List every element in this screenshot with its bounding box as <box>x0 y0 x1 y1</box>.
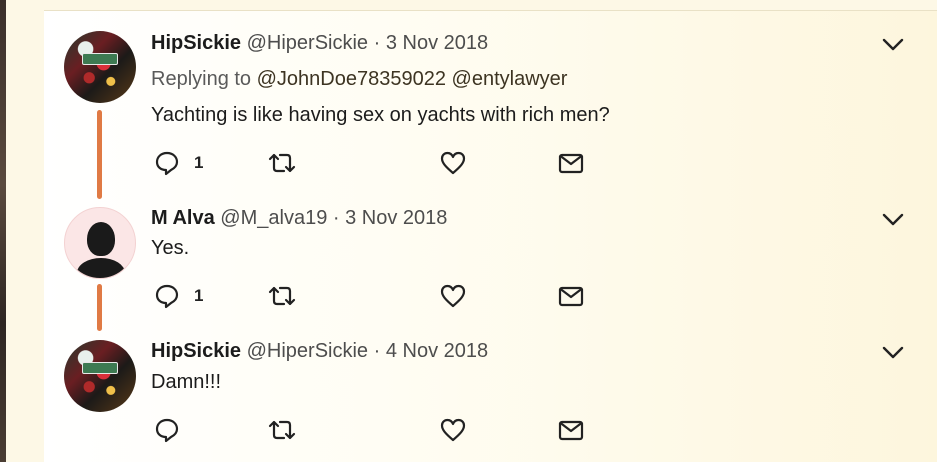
reply-count: 1 <box>194 153 204 172</box>
tweet-text: Yes. <box>151 237 190 259</box>
envelope-icon <box>558 420 584 441</box>
avatar[interactable] <box>64 340 136 412</box>
like-button[interactable] <box>440 416 466 444</box>
chevron-down-icon[interactable] <box>880 210 906 230</box>
retweet-button[interactable] <box>267 282 297 310</box>
tweet-header: HipSickie @HiperSickie · 3 Nov 2018 <box>151 31 488 55</box>
avatar-image <box>82 362 118 374</box>
replying-to: Replying to @JohnDoe78359022 @entylawyer <box>151 67 567 91</box>
display-name[interactable]: HipSickie <box>151 340 241 362</box>
avatar[interactable] <box>64 31 136 103</box>
reply-button[interactable] <box>154 416 194 444</box>
reply-count: 1 <box>194 286 204 305</box>
tweet-header: HipSickie @HiperSickie · 4 Nov 2018 <box>151 339 488 363</box>
reply-icon <box>155 151 179 176</box>
envelope-icon <box>558 153 584 174</box>
user-handle[interactable]: @HiperSickie <box>247 32 368 54</box>
avatar[interactable] <box>64 207 136 279</box>
separator: · <box>373 32 381 54</box>
heart-icon <box>440 151 466 175</box>
avatar-image <box>82 53 118 65</box>
reply-button[interactable]: 1 <box>154 149 203 177</box>
conversation-thread: HipSickie @HiperSickie · 3 Nov 2018 Repl… <box>44 11 937 462</box>
mention-link[interactable]: @JohnDoe78359022 <box>257 68 446 90</box>
heart-icon <box>440 284 466 308</box>
retweet-icon <box>268 286 296 306</box>
like-button[interactable] <box>440 149 466 177</box>
display-name[interactable]: HipSickie <box>151 32 241 54</box>
default-avatar-body <box>77 258 125 278</box>
direct-message-button[interactable] <box>558 149 584 177</box>
tweet-text: Yachting is like having sex on yachts wi… <box>151 104 610 126</box>
retweet-icon <box>268 153 296 173</box>
retweet-icon <box>268 420 296 440</box>
tweet[interactable]: HipSickie @HiperSickie · 4 Nov 2018 Damn… <box>44 324 937 462</box>
reply-button[interactable]: 1 <box>154 282 203 310</box>
envelope-icon <box>558 286 584 307</box>
tweet-text: Damn!!! <box>151 371 222 393</box>
user-handle[interactable]: @M_alva19 <box>220 207 327 229</box>
like-button[interactable] <box>440 282 466 310</box>
separator: · <box>332 207 340 229</box>
heart-icon <box>440 418 466 442</box>
direct-message-button[interactable] <box>558 282 584 310</box>
retweet-button[interactable] <box>267 149 297 177</box>
retweet-button[interactable] <box>267 416 297 444</box>
tweet-date[interactable]: 3 Nov 2018 <box>386 32 488 54</box>
replying-to-label: Replying to <box>151 68 252 90</box>
background-window-edge <box>0 0 6 462</box>
tweet[interactable]: M Alva @M_alva19 · 3 Nov 2018 Yes. 1 <box>44 189 937 331</box>
tweet-actions: 1 <box>154 282 584 310</box>
separator: · <box>373 340 381 362</box>
tweet-actions <box>154 416 584 444</box>
tweet-actions: 1 <box>154 149 584 177</box>
tweet-date[interactable]: 3 Nov 2018 <box>345 207 447 229</box>
tweet[interactable]: HipSickie @HiperSickie · 3 Nov 2018 Repl… <box>44 11 937 199</box>
reply-icon <box>155 284 179 309</box>
reply-icon <box>155 418 179 443</box>
tweet-date[interactable]: 4 Nov 2018 <box>386 340 488 362</box>
default-avatar-head <box>87 222 115 256</box>
tweet-header: M Alva @M_alva19 · 3 Nov 2018 <box>151 206 447 230</box>
direct-message-button[interactable] <box>558 416 584 444</box>
user-handle[interactable]: @HiperSickie <box>247 340 368 362</box>
mention-link[interactable]: @entylawyer <box>452 68 568 90</box>
display-name[interactable]: M Alva <box>151 207 215 229</box>
chevron-down-icon[interactable] <box>880 35 906 55</box>
thread-connector-line <box>97 110 102 199</box>
chevron-down-icon[interactable] <box>880 343 906 363</box>
